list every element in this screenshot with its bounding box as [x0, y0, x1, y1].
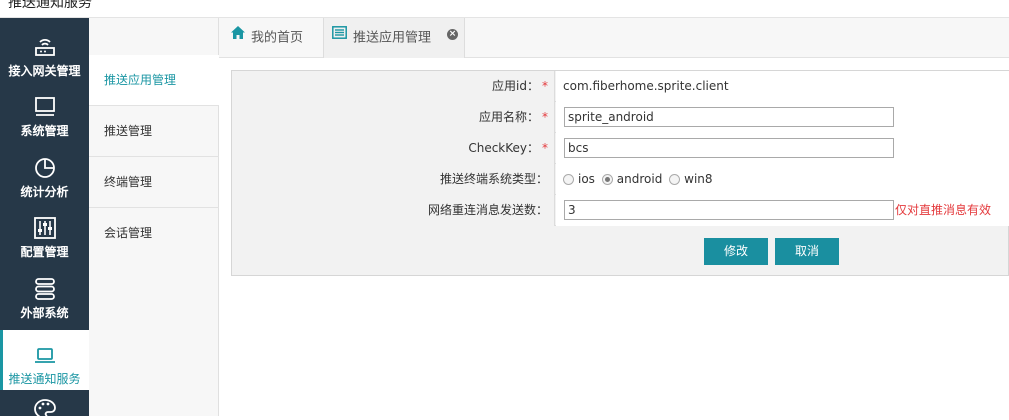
nav-item-gateway[interactable]: 接入网关管理 — [0, 22, 89, 82]
nav-label: 推送通知服务 — [8, 372, 81, 386]
retry-count-input[interactable] — [564, 200, 894, 220]
nav-item-push-service[interactable]: 推送通知服务 — [0, 330, 89, 390]
close-icon[interactable]: × — [447, 29, 458, 40]
list-icon — [332, 16, 347, 56]
retry-label: 网络重连消息发送数： — [232, 195, 555, 226]
nav-item-config[interactable]: 配置管理 — [0, 203, 89, 263]
nav-item-theme[interactable] — [0, 390, 89, 419]
radio-button[interactable] — [669, 174, 681, 185]
form-row-os-type: 推送终端系统类型： ios android win8 — [232, 164, 1009, 195]
nav-label: 接入网关管理 — [8, 64, 81, 78]
form-row-checkkey: CheckKey： * — [232, 133, 1009, 164]
app-edit-form: 应用id： * com.fiberhome.sprite.client 应用名称：… — [231, 70, 1009, 276]
radio-button-checked[interactable] — [601, 174, 613, 185]
nav-label: 配置管理 — [20, 245, 69, 259]
monitor-icon — [0, 96, 89, 118]
app-id-label: 应用id： * — [232, 71, 555, 102]
cancel-button[interactable]: 取消 — [775, 238, 839, 265]
nav-item-system[interactable]: 系统管理 — [0, 82, 89, 142]
submenu-item-push-manage[interactable]: 推送管理 — [89, 106, 219, 157]
form-row-app-name: 应用名称： * — [232, 102, 1009, 133]
pie-chart-icon — [0, 157, 89, 179]
app-name-label: 应用名称： * — [232, 102, 555, 133]
form-row-retry: 网络重连消息发送数： 仅对直推消息有效 — [232, 195, 1009, 226]
radio-button[interactable] — [563, 174, 574, 185]
os-type-label: 推送终端系统类型： — [232, 164, 555, 195]
modify-button[interactable]: 修改 — [704, 238, 768, 265]
app-name-input[interactable] — [564, 107, 894, 127]
submenu-item-terminal-manage[interactable]: 终端管理 — [89, 157, 219, 208]
radio-ios[interactable]: ios — [563, 164, 595, 195]
nav-item-stats[interactable]: 统计分析 — [0, 143, 89, 203]
app-id-value: com.fiberhome.sprite.client — [556, 71, 1009, 102]
submenu-item-app-manage[interactable]: 推送应用管理 — [89, 55, 219, 106]
checkkey-input[interactable] — [564, 138, 894, 158]
top-header: 推送通知服务 — [0, 0, 1009, 18]
main-nav: 接入网关管理 系统管理 统计分析 配置管理 外部系统 推送通知服务 — [0, 18, 89, 419]
palette-icon — [0, 398, 89, 420]
checkkey-label: CheckKey： * — [232, 133, 555, 164]
sub-menu: 推送应用管理 推送管理 终端管理 会话管理 — [89, 18, 219, 416]
tab-bar: 我的首页 推送应用管理 × — [219, 18, 1009, 58]
submenu-item-session-manage[interactable]: 会话管理 — [89, 208, 219, 259]
router-icon — [0, 36, 89, 58]
app-title: 推送通知服务 — [8, 0, 92, 11]
nav-item-external[interactable]: 外部系统 — [0, 264, 89, 324]
home-icon — [231, 16, 245, 56]
form-row-app-id: 应用id： * com.fiberhome.sprite.client — [232, 71, 1009, 102]
server-stack-icon — [0, 278, 89, 300]
tab-push-app-manage[interactable]: 推送应用管理 × — [323, 18, 465, 58]
retry-hint: 仅对直推消息有效 — [895, 203, 992, 217]
sliders-icon — [0, 217, 89, 239]
tab-home[interactable]: 我的首页 — [231, 18, 303, 58]
tab-home-label: 我的首页 — [251, 30, 304, 46]
nav-label: 系统管理 — [20, 124, 69, 138]
tab-push-label: 推送应用管理 — [353, 30, 432, 46]
radio-android[interactable]: android — [601, 164, 662, 195]
nav-label: 外部系统 — [20, 306, 69, 320]
radio-win8[interactable]: win8 — [669, 164, 713, 195]
laptop-icon — [0, 344, 89, 366]
nav-label: 统计分析 — [20, 185, 69, 199]
